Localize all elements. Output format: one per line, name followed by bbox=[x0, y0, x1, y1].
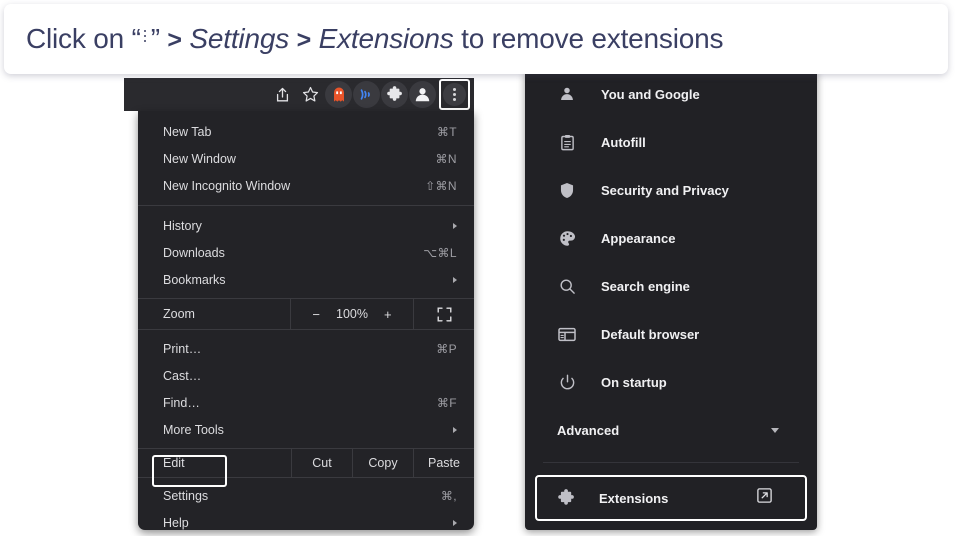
menu-item-label: History bbox=[163, 218, 202, 233]
menu-item-label: Help bbox=[163, 515, 189, 530]
magnifier-icon bbox=[557, 276, 577, 296]
instruction-prefix: Click on “ bbox=[26, 23, 141, 54]
menu-item-accelerator: ⇧⌘N bbox=[425, 178, 457, 193]
chevron-right-icon bbox=[453, 276, 457, 283]
menu-item-label: Cast… bbox=[163, 368, 202, 383]
puzzle-piece-icon bbox=[557, 489, 575, 507]
clipboard-icon bbox=[557, 132, 577, 152]
instruction-extensions-word: Extensions bbox=[318, 23, 454, 54]
sidebar-item-you-and-google[interactable]: You and Google bbox=[525, 70, 817, 118]
menu-item-bookmarks[interactable]: Bookmarks bbox=[138, 266, 474, 293]
sidebar-item-security-and-privacy[interactable]: Security and Privacy bbox=[525, 166, 817, 214]
copy-button[interactable]: Copy bbox=[352, 449, 413, 477]
menu-row-zoom: Zoom − 100% + bbox=[138, 298, 474, 330]
instruction-settings-word: Settings bbox=[189, 23, 289, 54]
settings-sidebar: You and Google Autofill Security and Pri… bbox=[525, 70, 817, 530]
menu-item-more-tools[interactable]: More Tools bbox=[138, 416, 474, 443]
menu-item-new-tab[interactable]: New Tab ⌘T bbox=[138, 118, 474, 145]
menu-item-settings[interactable]: Settings ⌘, bbox=[138, 482, 474, 509]
zoom-level-value: 100% bbox=[336, 307, 368, 321]
instruction-suffix: to remove extensions bbox=[461, 23, 724, 54]
sidebar-item-label: On startup bbox=[601, 374, 667, 390]
power-icon bbox=[557, 372, 577, 392]
share-icon[interactable] bbox=[269, 81, 296, 108]
palette-icon bbox=[557, 228, 577, 248]
chrome-main-menu: New Tab ⌘T New Window ⌘N New Incognito W… bbox=[138, 111, 474, 530]
paste-button[interactable]: Paste bbox=[413, 449, 474, 477]
sidebar-item-label: Appearance bbox=[601, 230, 676, 246]
menu-item-downloads[interactable]: Downloads ⌥⌘L bbox=[138, 239, 474, 266]
cut-button[interactable]: Cut bbox=[291, 449, 352, 477]
zoom-in-button[interactable]: + bbox=[384, 307, 392, 322]
menu-item-cast[interactable]: Cast… bbox=[138, 362, 474, 389]
sidebar-item-search-engine[interactable]: Search engine bbox=[525, 262, 817, 310]
shield-icon bbox=[557, 180, 577, 200]
menu-item-new-window[interactable]: New Window ⌘N bbox=[138, 145, 474, 172]
chevron-right-icon bbox=[453, 426, 457, 433]
zoom-out-button[interactable]: − bbox=[312, 307, 320, 322]
sidebar-item-extensions[interactable]: Extensions bbox=[535, 475, 807, 521]
edit-label: Edit bbox=[163, 456, 185, 470]
sidebar-item-label: Advanced bbox=[557, 422, 620, 438]
menu-item-accelerator: ⌘F bbox=[436, 395, 457, 410]
chevron-right-icon bbox=[453, 519, 457, 526]
cast-icon[interactable] bbox=[353, 81, 380, 108]
sidebar-item-advanced[interactable]: Advanced bbox=[525, 406, 817, 454]
three-dot-menu-icon[interactable] bbox=[439, 79, 470, 110]
browser-toolbar bbox=[124, 78, 474, 111]
chevron-right-icon bbox=[453, 222, 457, 229]
zoom-label: Zoom bbox=[163, 307, 195, 321]
sidebar-item-label: Extensions bbox=[599, 490, 669, 506]
menu-item-accelerator: ⌥⌘L bbox=[423, 245, 457, 260]
zoom-controls: − 100% + bbox=[290, 299, 413, 329]
puzzle-piece-icon[interactable] bbox=[381, 81, 408, 108]
menu-item-label: Find… bbox=[163, 395, 200, 410]
instruction-text: Click on “ ” > Settings > Extensions to r… bbox=[26, 23, 723, 55]
instruction-quote-close: ” bbox=[150, 23, 160, 54]
menu-divider bbox=[138, 205, 474, 206]
menu-item-accelerator: ⌘N bbox=[435, 151, 457, 166]
instruction-callout: Click on “ ” > Settings > Extensions to r… bbox=[4, 4, 948, 74]
sidebar-divider bbox=[543, 462, 799, 463]
sidebar-item-label: Search engine bbox=[601, 278, 690, 294]
sidebar-item-autofill[interactable]: Autofill bbox=[525, 118, 817, 166]
sidebar-item-label: Security and Privacy bbox=[601, 182, 729, 198]
menu-item-new-incognito-window[interactable]: New Incognito Window ⇧⌘N bbox=[138, 172, 474, 199]
fullscreen-icon[interactable] bbox=[413, 299, 474, 329]
extension-avatar-icon[interactable] bbox=[325, 81, 352, 108]
menu-item-print[interactable]: Print… ⌘P bbox=[138, 335, 474, 362]
menu-item-history[interactable]: History bbox=[138, 212, 474, 239]
sidebar-item-appearance[interactable]: Appearance bbox=[525, 214, 817, 262]
sidebar-item-label: Default browser bbox=[601, 326, 700, 342]
menu-item-help[interactable]: Help bbox=[138, 509, 474, 536]
menu-item-label: New Tab bbox=[163, 124, 212, 139]
menu-item-label: Settings bbox=[163, 488, 209, 503]
browser-window-icon bbox=[557, 324, 577, 344]
menu-item-label: Print… bbox=[163, 341, 202, 356]
menu-item-accelerator: ⌘P bbox=[436, 341, 457, 356]
profile-avatar-icon[interactable] bbox=[409, 81, 436, 108]
menu-item-label: More Tools bbox=[163, 422, 224, 437]
sidebar-item-on-startup[interactable]: On startup bbox=[525, 358, 817, 406]
chevron-down-icon bbox=[771, 427, 779, 433]
vertical-ellipsis-icon bbox=[143, 29, 148, 45]
menu-item-label: New Incognito Window bbox=[163, 178, 291, 193]
sidebar-item-default-browser[interactable]: Default browser bbox=[525, 310, 817, 358]
instruction-separator-1: > bbox=[167, 26, 182, 54]
bookmark-star-icon[interactable] bbox=[297, 81, 324, 108]
menu-item-label: Bookmarks bbox=[163, 272, 226, 287]
person-icon bbox=[557, 84, 577, 104]
sidebar-item-label: Autofill bbox=[601, 134, 646, 150]
menu-item-find[interactable]: Find… ⌘F bbox=[138, 389, 474, 416]
menu-item-accelerator: ⌘, bbox=[440, 488, 457, 503]
external-link-icon[interactable] bbox=[756, 487, 773, 509]
menu-row-edit: Edit Cut Copy Paste bbox=[138, 448, 474, 478]
menu-item-label: Downloads bbox=[163, 245, 225, 260]
instruction-separator-2: > bbox=[296, 26, 312, 54]
sidebar-item-label: You and Google bbox=[601, 86, 700, 102]
menu-item-accelerator: ⌘T bbox=[436, 124, 457, 139]
kebab-dots bbox=[443, 83, 466, 106]
menu-item-label: New Window bbox=[163, 151, 236, 166]
